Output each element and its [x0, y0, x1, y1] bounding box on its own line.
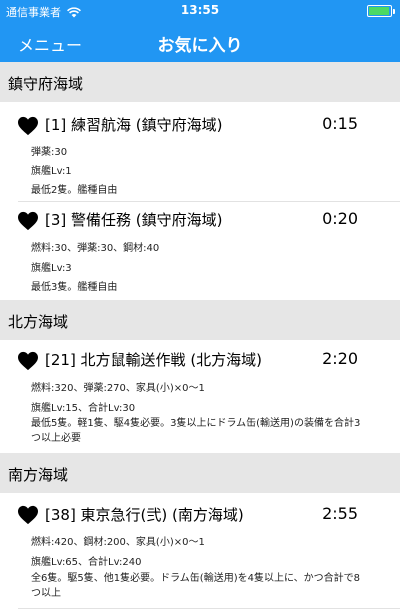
heart-icon[interactable] — [17, 505, 39, 525]
page-title: お気に入り — [157, 36, 243, 56]
item-detail: 全6隻。駆5隻、他1隻必要。ドラム缶(輸送用)を4隻以上に、かつ合計で8つ以上 — [31, 573, 361, 599]
heart-icon[interactable] — [17, 351, 39, 371]
divider — [18, 608, 400, 609]
navigation-bar: メニュー お気に入り — [0, 22, 400, 62]
status-bar: 通信事業者 13:55 — [0, 0, 400, 22]
item-detail: 最低2隻。艦種自由 — [31, 185, 118, 196]
list-item[interactable]: [21] 北方鼠輸送作戦 (北方海域) 2:20 燃料:320、弾薬:270、家… — [0, 340, 400, 453]
section-header: 南方海域 — [0, 453, 400, 493]
item-time: 0:20 — [322, 209, 358, 228]
item-title: [21] 北方鼠輸送作戦 (北方海域) — [45, 351, 263, 369]
item-time: 0:15 — [322, 114, 358, 133]
item-detail: 旗艦Lv:65、合計Lv:240 — [31, 557, 142, 568]
section-header: 北方海域 — [0, 300, 400, 340]
item-time: 2:20 — [322, 349, 358, 368]
heart-icon[interactable] — [17, 211, 39, 231]
item-detail: 最低3隻。艦種自由 — [31, 282, 118, 293]
item-title: [3] 警備任務 (鎮守府海域) — [45, 211, 223, 229]
item-detail: 旗艦Lv:15、合計Lv:30 — [31, 403, 136, 414]
item-detail: 燃料:30、弾薬:30、鋼材:40 — [31, 243, 160, 254]
item-detail: 旗艦Lv:1 — [31, 166, 72, 177]
item-title: [1] 練習航海 (鎮守府海域) — [45, 116, 223, 134]
item-title: [38] 東京急行(弐) (南方海域) — [45, 506, 244, 524]
battery-icon — [367, 5, 395, 17]
heart-icon[interactable] — [17, 116, 39, 136]
list-item[interactable]: [3] 警備任務 (鎮守府海域) 0:20 燃料:30、弾薬:30、鋼材:40 … — [0, 202, 400, 300]
list-item[interactable]: [38] 東京急行(弐) (南方海域) 2:55 燃料:420、鋼材:200、家… — [0, 493, 400, 608]
item-detail: 最低5隻。軽1隻、駆4隻必要。3隻以上にドラム缶(輸送用)の装備を合計3つ以上必… — [31, 418, 361, 444]
status-time: 13:55 — [180, 3, 220, 17]
list-item[interactable]: [1] 練習航海 (鎮守府海域) 0:15 弾薬:30 旗艦Lv:1 最低2隻。… — [0, 102, 400, 201]
item-time: 2:55 — [322, 504, 358, 523]
item-detail: 旗艦Lv:3 — [31, 263, 72, 274]
item-detail: 燃料:320、弾薬:270、家具(小)×0〜1 — [31, 383, 205, 394]
section-header: 鎮守府海域 — [0, 62, 400, 102]
item-detail: 弾薬:30 — [31, 147, 68, 158]
item-detail: 燃料:420、鋼材:200、家具(小)×0〜1 — [31, 537, 205, 548]
